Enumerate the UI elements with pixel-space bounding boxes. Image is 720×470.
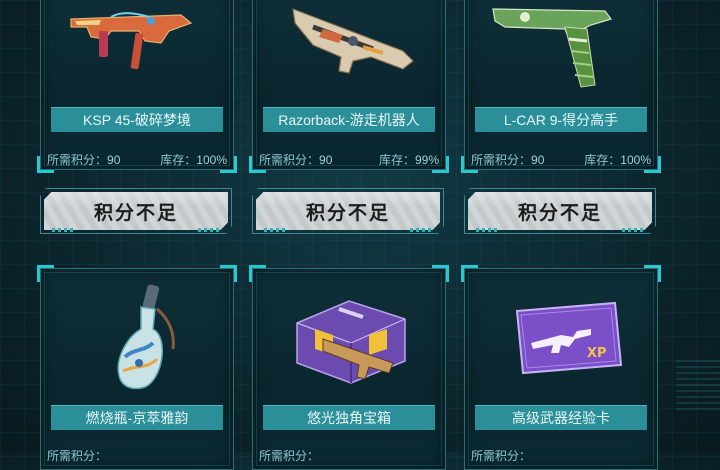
xp-card-icon: XP <box>465 289 657 389</box>
insufficient-points-button[interactable]: 积分不足 <box>464 188 656 234</box>
button-decor <box>476 228 498 232</box>
cost-label: 所需积分： <box>47 449 108 463</box>
cost-label: 所需积分： <box>47 153 108 167</box>
insufficient-points-button[interactable]: 积分不足 <box>252 188 444 234</box>
item-card-xp-card[interactable]: XP 高级武器经验卡 所需积分： <box>461 265 661 470</box>
button-label: 积分不足 <box>93 202 178 224</box>
item-name: 燃烧瓶-京萃雅韵 <box>51 405 223 430</box>
item-name: 悠光独角宝箱 <box>263 405 435 430</box>
button-decor <box>52 228 74 232</box>
stock-label: 库存： <box>160 153 197 167</box>
item-card-crate[interactable]: 悠光独角宝箱 所需积分： <box>249 265 449 470</box>
molotov-icon <box>41 279 233 399</box>
cost-label: 所需积分： <box>259 449 320 463</box>
item-name: L-CAR 9-得分高手 <box>475 107 647 132</box>
item-meta: 所需积分：90 库存：99% <box>259 151 439 167</box>
item-name: KSP 45-破碎梦境 <box>51 107 223 132</box>
stock-value: 100% <box>196 153 227 167</box>
stock-value: 100% <box>620 153 651 167</box>
item-meta: 所需积分： <box>259 447 439 463</box>
stock-label: 库存： <box>584 153 621 167</box>
cost-label: 所需积分： <box>471 449 532 463</box>
stock-label: 库存： <box>378 153 415 167</box>
button-decor <box>622 228 644 232</box>
button-decor <box>410 228 432 232</box>
item-meta: 所需积分：90 库存：100% <box>47 151 227 167</box>
cost-value: 90 <box>531 153 545 167</box>
cost-label: 所需积分： <box>259 153 320 167</box>
svg-text:XP: XP <box>587 346 607 361</box>
smg-icon <box>41 1 233 81</box>
insufficient-points-button[interactable]: 积分不足 <box>40 188 232 234</box>
item-name: 高级武器经验卡 <box>475 405 647 430</box>
item-meta: 所需积分：90 库存：100% <box>471 151 651 167</box>
cost-value: 90 <box>319 153 333 167</box>
card-corner <box>644 265 661 282</box>
button-label: 积分不足 <box>305 202 390 224</box>
crate-icon <box>253 283 445 393</box>
item-name: Razorback-游走机器人 <box>263 107 435 132</box>
card-corner <box>461 265 478 282</box>
cost-value: 90 <box>107 153 121 167</box>
button-decor <box>264 228 286 232</box>
button-label: 积分不足 <box>517 202 602 224</box>
card-corner <box>432 265 449 282</box>
cost-label: 所需积分： <box>471 153 532 167</box>
pistol-icon <box>465 0 657 91</box>
button-decor <box>198 228 220 232</box>
item-meta: 所需积分： <box>47 447 227 463</box>
rifle-icon <box>253 0 445 85</box>
card-corner <box>249 265 266 282</box>
item-card-molotov[interactable]: 燃烧瓶-京萃雅韵 所需积分： <box>37 265 237 470</box>
background-decor <box>676 360 720 410</box>
item-meta: 所需积分： <box>471 447 651 463</box>
item-card-razorback[interactable]: Razorback-游走机器人 所需积分：90 库存：99% <box>249 0 449 173</box>
stock-value: 99% <box>414 153 439 167</box>
item-card-lcar9[interactable]: L-CAR 9-得分高手 所需积分：90 库存：100% <box>461 0 661 173</box>
item-card-ksp45[interactable]: KSP 45-破碎梦境 所需积分：90 库存：100% <box>37 0 237 173</box>
